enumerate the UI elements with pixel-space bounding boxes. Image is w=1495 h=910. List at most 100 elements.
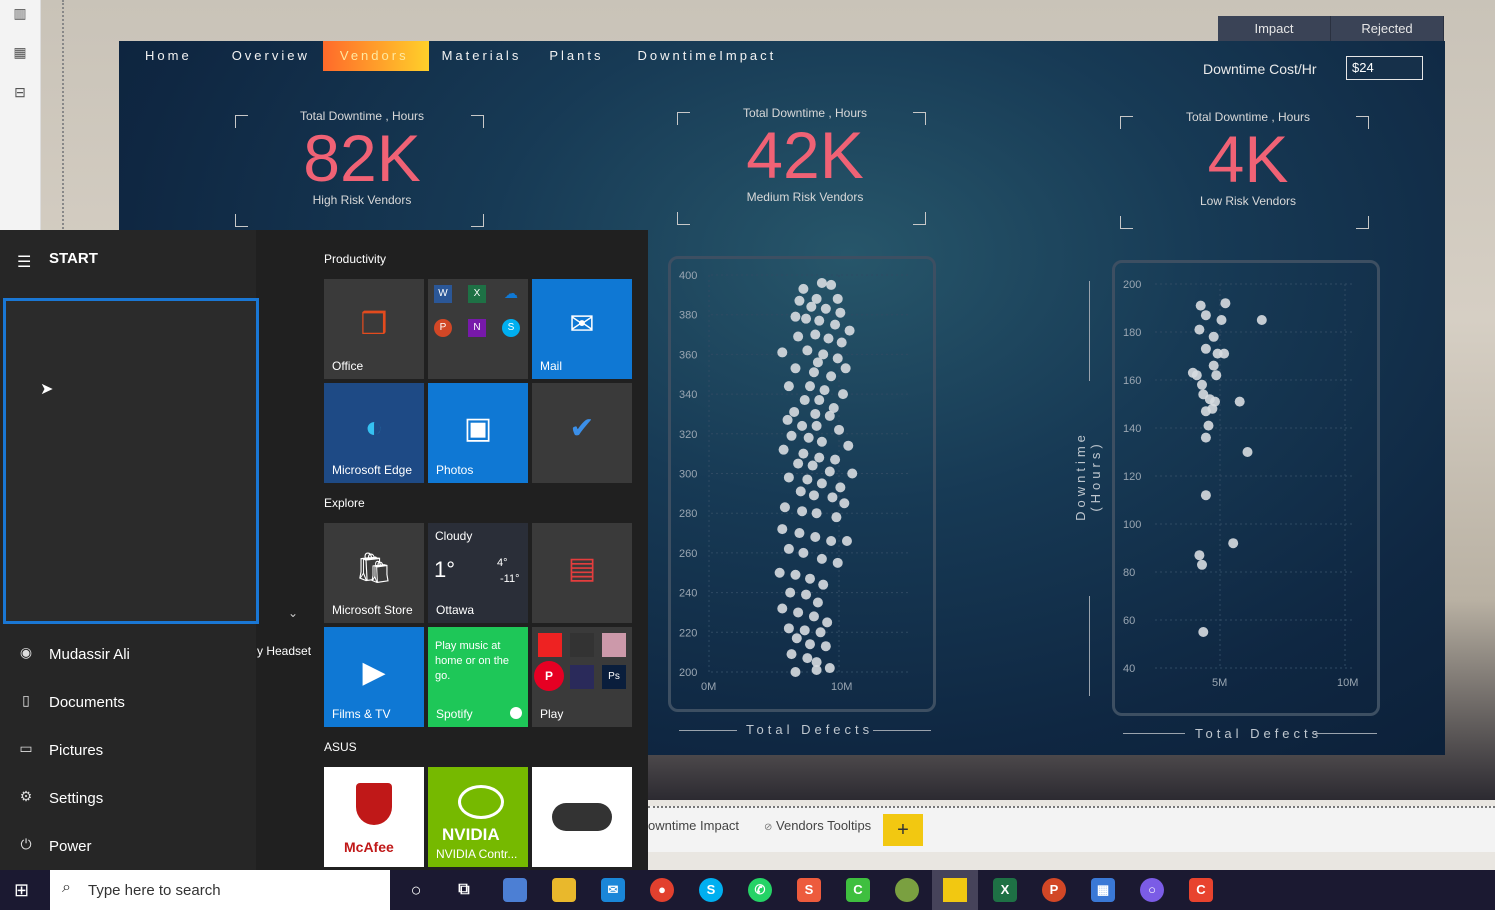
scatter-point[interactable] [783, 543, 794, 554]
tile-news[interactable]: ▤ [532, 523, 632, 623]
scatter-point[interactable] [1234, 396, 1245, 407]
scatter-point[interactable] [843, 440, 854, 451]
scatter-point[interactable] [827, 492, 838, 503]
scatter-point[interactable] [790, 311, 801, 322]
tile-play[interactable]: P Ps Play [532, 627, 632, 727]
scatter-point[interactable] [1200, 310, 1211, 321]
side-documents[interactable]: ▯ Documents [0, 682, 256, 722]
scatter-point[interactable] [820, 303, 831, 314]
scatter-point[interactable] [811, 665, 822, 676]
nav-materials[interactable]: Materials [429, 41, 535, 71]
scatter-point[interactable] [1198, 627, 1209, 637]
excel-icon[interactable]: X [993, 878, 1017, 902]
scatter-point[interactable] [811, 420, 822, 431]
scatter-point[interactable] [1242, 447, 1253, 457]
scatter-point[interactable] [797, 420, 808, 431]
scatter-point[interactable] [1219, 348, 1230, 359]
scatter-point[interactable] [1228, 538, 1239, 549]
nav-home[interactable]: Home [119, 41, 205, 71]
scatter-point[interactable] [811, 508, 822, 519]
tile-headset[interactable] [532, 767, 632, 867]
scatter-point[interactable] [807, 460, 818, 471]
side-user[interactable]: ◉ Mudassir Ali [0, 634, 256, 674]
tab-downtime-impact[interactable]: owntime Impact [648, 818, 739, 833]
add-page-button[interactable]: + [883, 814, 923, 846]
scatter-point[interactable] [1194, 324, 1205, 335]
calculator-icon[interactable]: ▦ [1091, 878, 1115, 902]
scatter-point[interactable] [820, 641, 831, 652]
powerbi-icon-active[interactable] [932, 870, 978, 910]
scatter-point[interactable] [1200, 406, 1211, 417]
file-explorer-icon[interactable] [552, 878, 576, 902]
chevron-down-icon[interactable]: ⌄ [288, 606, 298, 620]
scatter-point[interactable] [794, 528, 805, 539]
scatter-point[interactable] [797, 506, 808, 517]
scatter-point[interactable] [777, 524, 788, 535]
scatter-point[interactable] [793, 458, 804, 469]
scatter-point[interactable] [840, 363, 851, 374]
tile-photos[interactable]: ▣ Photos [428, 383, 528, 483]
scatter-point[interactable] [1194, 550, 1205, 561]
scatter-point[interactable] [1200, 490, 1211, 501]
scatter-point[interactable] [810, 408, 821, 419]
scatter-point[interactable] [785, 587, 796, 598]
scatter-point[interactable] [812, 357, 823, 368]
whatsapp-icon[interactable]: ✆ [748, 878, 772, 902]
scatter-point[interactable] [793, 331, 804, 342]
scatter-point[interactable] [1203, 420, 1214, 431]
scatter-point[interactable] [801, 313, 812, 324]
scatter-point[interactable] [812, 597, 823, 608]
taskbar-search[interactable]: ⌕ Type here to search [50, 870, 390, 910]
scatter-point[interactable] [777, 347, 788, 358]
scatter-point[interactable] [832, 353, 843, 364]
tile-mcafee[interactable]: McAfee [324, 767, 424, 867]
scatter-point[interactable] [808, 490, 819, 501]
scatter-point[interactable] [799, 625, 810, 636]
scatter-point[interactable] [783, 623, 794, 634]
scatter-point[interactable] [783, 381, 794, 392]
scatter-point[interactable] [790, 667, 801, 677]
scatter-point[interactable] [805, 639, 815, 650]
side-settings[interactable]: ⚙ Settings [0, 778, 256, 818]
tile-store[interactable]: 🛍 Microsoft Store [324, 523, 424, 623]
scatter-point[interactable] [847, 468, 858, 479]
scatter-point[interactable] [814, 395, 825, 406]
scatter-point[interactable] [1208, 331, 1219, 342]
tile-todo[interactable]: ✔ [532, 383, 632, 483]
scatter-point[interactable] [810, 329, 821, 340]
scatter-point[interactable] [805, 381, 815, 392]
tile-weather[interactable]: Cloudy 1° 4° -11° Ottawa [428, 523, 528, 623]
scatter-point[interactable] [816, 478, 827, 489]
scatter-point[interactable] [791, 633, 802, 644]
partial-app-label[interactable]: y Headset [257, 644, 311, 658]
task-view-icon[interactable]: ⧉ [452, 878, 476, 902]
nav-downtime-impact[interactable]: DowntimeImpact [624, 41, 789, 71]
scatter-point[interactable] [782, 414, 793, 425]
scatter-point[interactable] [790, 569, 801, 580]
scatter-point[interactable] [1197, 559, 1207, 570]
model-view-icon[interactable]: ⊟ [11, 84, 29, 100]
scatter-point[interactable] [839, 498, 850, 509]
scatter-point[interactable] [1220, 298, 1231, 309]
scatter-point[interactable] [835, 307, 846, 318]
windows-start-icon[interactable]: ⊞ [14, 880, 34, 900]
scatter-point[interactable] [1197, 379, 1207, 390]
side-power[interactable]: ⏻ Power [0, 826, 256, 866]
scatter-point[interactable] [795, 486, 806, 497]
scatter-point[interactable] [819, 385, 830, 396]
scatter-point[interactable] [808, 367, 819, 378]
scatter-point[interactable] [808, 611, 819, 622]
tab-rejected[interactable]: Rejected [1331, 16, 1444, 42]
app-icon[interactable] [503, 878, 527, 902]
scatter-point[interactable] [789, 406, 800, 417]
tile-mail[interactable]: ✉ Mail [532, 279, 632, 379]
scatter-point[interactable] [823, 333, 834, 344]
skype-icon[interactable]: S [699, 878, 723, 902]
scatter-point[interactable] [824, 410, 835, 421]
scatter-point[interactable] [779, 502, 790, 513]
chrome-icon[interactable]: ● [650, 878, 674, 902]
scatter-point[interactable] [826, 279, 837, 290]
scatter-point[interactable] [830, 319, 841, 330]
scatter-point[interactable] [816, 553, 827, 564]
scatter-point[interactable] [1208, 360, 1219, 371]
